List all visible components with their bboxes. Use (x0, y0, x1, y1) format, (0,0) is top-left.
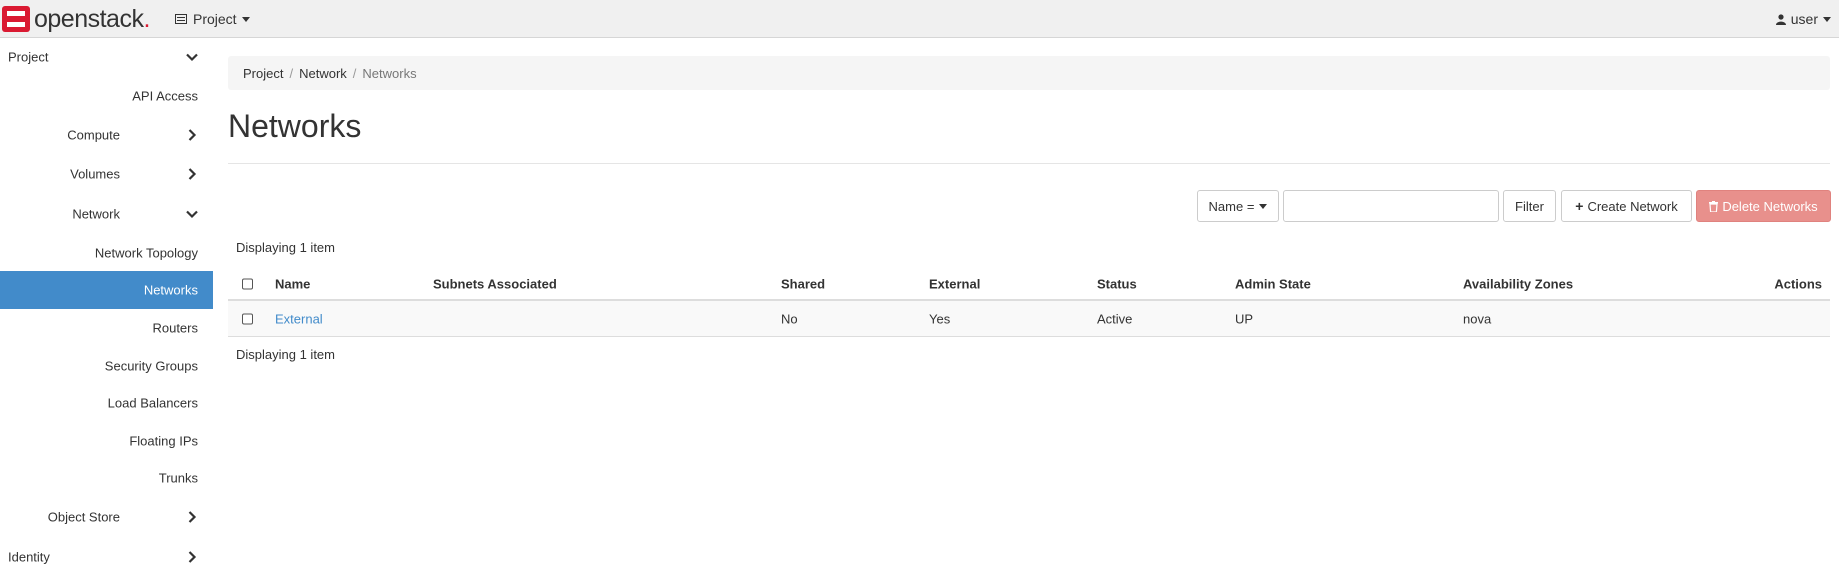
sidebar: Project API Access Compute Volumes Netwo… (0, 38, 213, 577)
sidebar-item-label: Identity (8, 549, 50, 565)
cell-shared: No (781, 311, 798, 326)
item-count-top: Displaying 1 item (236, 240, 335, 255)
project-dropdown[interactable]: Project (175, 11, 250, 27)
item-count-bottom: Displaying 1 item (236, 347, 335, 362)
sidebar-item-label: Compute (67, 127, 120, 143)
cell-external: Yes (929, 311, 951, 326)
sidebar-item-label: Trunks (158, 470, 198, 486)
sidebar-item-label: API Access (132, 88, 198, 104)
column-header-availability-zones[interactable]: Availability Zones (1463, 276, 1573, 291)
chevron-down-icon (186, 210, 198, 219)
column-header-subnets[interactable]: Subnets Associated (433, 276, 557, 291)
network-name-link[interactable]: External (275, 311, 323, 326)
delete-networks-button[interactable]: Delete Networks (1696, 190, 1831, 222)
sidebar-item-network[interactable]: Network (0, 196, 213, 232)
delete-networks-label: Delete Networks (1722, 198, 1818, 214)
sidebar-item-routers[interactable]: Routers (0, 310, 213, 346)
sidebar-item-volumes[interactable]: Volumes (0, 156, 213, 192)
user-icon (1775, 13, 1786, 25)
column-header-admin-state[interactable]: Admin State (1235, 276, 1311, 291)
sidebar-item-network-topology[interactable]: Network Topology (0, 235, 213, 271)
filter-field-label: Name = (1208, 198, 1255, 214)
caret-down-icon (1259, 203, 1268, 209)
sidebar-item-security-groups[interactable]: Security Groups (0, 348, 213, 384)
top-navbar: openstack. Project user (0, 0, 1839, 38)
openstack-logo-icon (2, 6, 30, 32)
title-divider (228, 163, 1830, 164)
sidebar-item-label: Floating IPs (129, 433, 198, 449)
sidebar-item-trunks[interactable]: Trunks (0, 460, 213, 496)
table-header: Name Subnets Associated Shared External … (228, 268, 1830, 301)
openstack-logo[interactable]: openstack. (2, 6, 150, 32)
sidebar-item-object-store[interactable]: Object Store (0, 499, 213, 535)
sidebar-item-floating-ips[interactable]: Floating IPs (0, 423, 213, 459)
project-dropdown-label: Project (193, 11, 237, 27)
breadcrumb-separator: / (352, 65, 357, 81)
sidebar-item-label: Network (72, 206, 120, 222)
sidebar-item-label: Object Store (47, 509, 120, 525)
chevron-right-icon (188, 511, 197, 523)
filter-button[interactable]: Filter (1503, 190, 1556, 222)
sidebar-item-label: Routers (152, 320, 198, 336)
sidebar-item-label: Networks (143, 282, 198, 298)
create-network-button[interactable]: + Create Network (1561, 190, 1692, 222)
caret-down-icon (241, 16, 250, 22)
chevron-down-icon (186, 53, 198, 62)
breadcrumb: Project / Network / Networks (228, 56, 1830, 90)
filter-field-dropdown[interactable]: Name = (1197, 190, 1279, 222)
cell-availability-zones: nova (1463, 311, 1492, 326)
sidebar-item-compute[interactable]: Compute (0, 117, 213, 153)
column-header-external[interactable]: External (929, 276, 980, 291)
breadcrumb-project[interactable]: Project (243, 66, 283, 81)
brand-dot: . (143, 5, 150, 33)
sidebar-item-load-balancers[interactable]: Load Balancers (0, 385, 213, 421)
table-row: External No Yes Active UP nova (228, 301, 1830, 337)
filter-input[interactable] (1283, 190, 1499, 222)
chevron-right-icon (188, 168, 197, 180)
column-header-status[interactable]: Status (1097, 276, 1137, 291)
select-all-checkbox[interactable] (242, 278, 253, 289)
breadcrumb-network[interactable]: Network (299, 66, 347, 81)
create-network-label: Create Network (1587, 198, 1678, 214)
cell-admin-state: UP (1235, 311, 1254, 326)
page-title: Networks (228, 108, 362, 144)
column-header-name[interactable]: Name (275, 276, 310, 291)
column-header-shared[interactable]: Shared (781, 276, 825, 291)
sidebar-item-label: Security Groups (104, 358, 198, 374)
sidebar-item-label: Volumes (70, 166, 120, 182)
project-list-icon (175, 14, 187, 24)
plus-icon: + (1575, 198, 1584, 214)
breadcrumb-separator: / (289, 65, 294, 81)
sidebar-item-networks[interactable]: Networks (0, 271, 213, 309)
column-header-actions: Actions (1774, 276, 1822, 291)
user-dropdown[interactable]: user (1775, 11, 1831, 27)
sidebar-item-project[interactable]: Project (0, 39, 213, 75)
sidebar-item-label: Load Balancers (107, 395, 198, 411)
sidebar-item-identity[interactable]: Identity (0, 539, 213, 575)
sidebar-item-api-access[interactable]: API Access (0, 78, 213, 114)
user-dropdown-label: user (1790, 11, 1818, 27)
sidebar-item-label: Network Topology (94, 245, 198, 261)
chevron-right-icon (188, 551, 197, 563)
cell-status: Active (1097, 311, 1133, 326)
chevron-right-icon (188, 129, 197, 141)
row-checkbox[interactable] (242, 313, 253, 324)
brand-name: openstack (34, 5, 144, 33)
caret-down-icon (1823, 16, 1831, 22)
breadcrumb-current: Networks (362, 65, 417, 81)
trash-icon (1709, 200, 1719, 212)
sidebar-item-label: Project (8, 49, 49, 65)
